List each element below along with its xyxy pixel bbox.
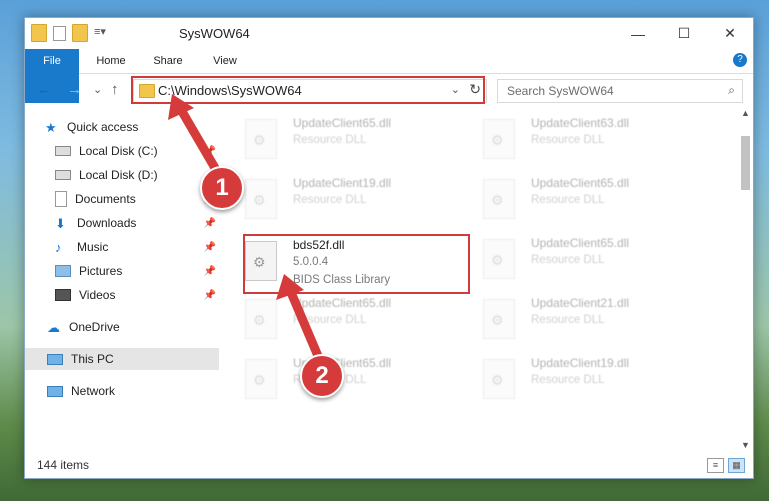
videos-icon — [55, 289, 71, 301]
search-input[interactable]: Search SysWOW64 — [507, 84, 614, 98]
large-icons-view-icon[interactable]: ▦ — [728, 458, 745, 473]
tab-view[interactable]: View — [197, 49, 253, 73]
dll-file-icon: ⚙ — [483, 299, 515, 339]
cloud-icon: ☁ — [47, 320, 60, 335]
scrollbar-thumb[interactable] — [741, 136, 750, 190]
list-item[interactable]: ⚙ UpdateClient19.dll Resource DLL — [245, 174, 465, 228]
pictures-icon — [55, 265, 71, 277]
tab-home[interactable]: Home — [83, 49, 139, 73]
step-marker-2: 2 — [300, 354, 344, 398]
file-type: Resource DLL — [531, 134, 605, 146]
sidebar-item-label: This PC — [71, 352, 114, 366]
sidebar-item-network[interactable]: Network — [47, 380, 219, 402]
title-bar: ≡▾ SysWOW64 — ☐ ✕ — [25, 18, 753, 49]
file-type: Resource DLL — [531, 314, 605, 326]
file-type: Resource DLL — [531, 194, 605, 206]
maximize-button[interactable]: ☐ — [661, 18, 707, 49]
customize-toolbar-icon[interactable]: ≡▾ — [94, 25, 114, 41]
list-item[interactable]: ⚙ UpdateClient65.dll Resource DLL — [483, 234, 703, 288]
pin-icon: 📌 — [203, 241, 216, 253]
sidebar-item-label: OneDrive — [69, 320, 120, 334]
drive-icon — [55, 170, 71, 180]
sidebar-item-label: Music — [77, 240, 109, 254]
step-marker-1: 1 — [200, 166, 244, 210]
drive-icon — [55, 146, 71, 156]
properties-icon[interactable] — [53, 25, 66, 41]
folder-icon — [31, 24, 47, 42]
file-type: Resource DLL — [293, 194, 367, 206]
file-type: Resource DLL — [293, 134, 367, 146]
search-icon: ⌕ — [728, 83, 735, 97]
details-view-icon[interactable]: ≡ — [707, 458, 724, 473]
up-button[interactable]: ↑ — [111, 81, 119, 98]
sidebar-item-pictures[interactable]: Pictures 📌 — [55, 260, 219, 282]
status-bar: 144 items ≡ ▦ — [25, 452, 753, 478]
dll-file-icon: ⚙ — [483, 359, 515, 399]
file-name: UpdateClient63.dll — [531, 116, 630, 130]
item-count: 144 items — [37, 458, 90, 472]
sidebar-item-label: Quick access — [67, 120, 139, 134]
file-name: UpdateClient21.dll — [531, 296, 630, 310]
network-icon — [47, 385, 63, 397]
scroll-up-icon[interactable]: ▲ — [741, 108, 750, 118]
list-item[interactable]: ⚙ UpdateClient65.dll Resource DLL — [483, 174, 703, 228]
help-icon[interactable]: ? — [733, 53, 747, 67]
sidebar-item-label: Pictures — [79, 264, 123, 278]
ribbon-tabs: File Home Share View ? — [25, 49, 753, 103]
pin-icon: 📌 — [203, 265, 216, 277]
sidebar-item-this-pc[interactable]: This PC — [25, 348, 219, 370]
dll-file-icon: ⚙ — [245, 119, 277, 159]
tab-share[interactable]: Share — [143, 49, 193, 73]
vertical-scrollbar[interactable]: ▲ ▼ — [737, 106, 753, 452]
recent-locations-button[interactable]: ⌄ — [93, 83, 102, 96]
sidebar-item-documents[interactable]: Documents 📌 — [55, 188, 219, 210]
search-box[interactable]: Search SysWOW64 ⌕ — [497, 79, 743, 103]
sidebar-item-label: Local Disk (C:) — [79, 144, 158, 158]
file-type: Resource DLL — [531, 374, 605, 386]
dll-file-icon: ⚙ — [483, 239, 515, 279]
sidebar-item-label: Local Disk (D:) — [79, 168, 158, 182]
close-button[interactable]: ✕ — [707, 18, 753, 49]
sidebar-item-downloads[interactable]: ⬇ Downloads 📌 — [55, 212, 219, 234]
back-button[interactable]: ← — [37, 81, 52, 98]
sidebar-item-videos[interactable]: Videos 📌 — [55, 284, 219, 306]
sidebar-item-music[interactable]: ♪ Music 📌 — [55, 236, 219, 258]
dll-file-icon: ⚙ — [483, 119, 515, 159]
pin-icon: 📌 — [203, 289, 216, 301]
music-icon: ♪ — [55, 240, 62, 255]
file-name: UpdateClient19.dll — [293, 176, 392, 190]
list-item[interactable]: ⚙ UpdateClient63.dll Resource DLL — [483, 114, 703, 168]
list-item[interactable]: ⚙ UpdateClient21.dll Resource DLL — [483, 294, 703, 348]
list-item[interactable]: ⚙ UpdateClient65.dll Resource DLL — [245, 114, 465, 168]
dll-file-icon: ⚙ — [245, 179, 277, 219]
arrow-icon — [276, 274, 323, 361]
sidebar-item-label: Documents — [75, 192, 136, 206]
file-type: Resource DLL — [531, 254, 605, 266]
list-item[interactable]: ⚙ UpdateClient19.dll Resource DLL — [483, 354, 703, 408]
file-name: UpdateClient65.dll — [531, 176, 630, 190]
window-title: SysWOW64 — [179, 26, 250, 41]
sidebar-item-label: Downloads — [77, 216, 137, 230]
documents-icon — [55, 191, 67, 207]
file-name: UpdateClient65.dll — [293, 116, 392, 130]
new-folder-icon[interactable] — [72, 24, 88, 42]
download-icon: ⬇ — [55, 216, 66, 231]
scroll-down-icon[interactable]: ▼ — [741, 440, 750, 450]
minimize-button[interactable]: — — [615, 18, 661, 49]
forward-button[interactable]: → — [67, 81, 82, 98]
star-icon: ★ — [45, 120, 57, 135]
sidebar-item-onedrive[interactable]: ☁ OneDrive — [47, 316, 219, 338]
sidebar-item-label: Network — [71, 384, 116, 398]
pin-icon: 📌 — [203, 217, 216, 229]
file-name: UpdateClient65.dll — [531, 236, 630, 250]
file-name: UpdateClient19.dll — [531, 356, 630, 370]
quick-access-toolbar: ≡▾ — [31, 24, 114, 42]
computer-icon — [47, 353, 63, 365]
sidebar-item-label: Videos — [79, 288, 116, 302]
dll-file-icon: ⚙ — [483, 179, 515, 219]
